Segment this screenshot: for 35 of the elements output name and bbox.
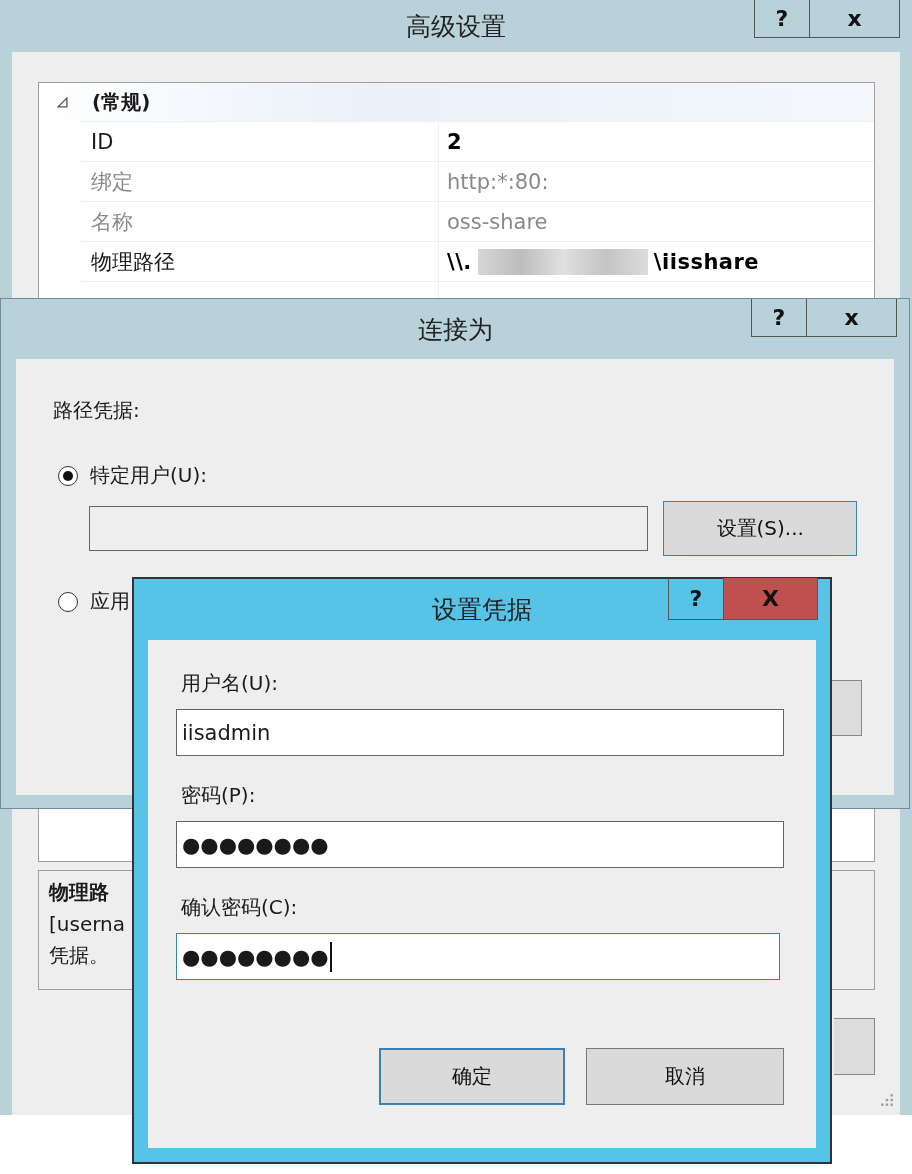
help-button[interactable]: ? bbox=[754, 0, 810, 38]
category-label: (常规) bbox=[92, 88, 151, 116]
dialog-button[interactable]: 取消 bbox=[586, 1048, 784, 1105]
radio-button[interactable] bbox=[58, 591, 78, 612]
dialog-button[interactable] bbox=[831, 680, 862, 736]
close-button[interactable]: x bbox=[807, 299, 897, 337]
expander-icon[interactable] bbox=[57, 96, 68, 108]
property-value: 2 bbox=[447, 129, 463, 154]
radio-button[interactable] bbox=[58, 465, 78, 486]
property-value: http:*:80: bbox=[447, 169, 549, 194]
help-button[interactable]: ? bbox=[751, 299, 807, 337]
user-field[interactable] bbox=[89, 506, 649, 551]
field-label: 用户名(U): bbox=[181, 670, 278, 697]
field-label: 确认密码(C): bbox=[181, 894, 298, 921]
property-value: oss-share bbox=[447, 209, 548, 234]
description-text: [userna bbox=[49, 912, 125, 936]
close-button[interactable]: X bbox=[724, 578, 818, 620]
input-field[interactable]: ●●●●●●●● bbox=[176, 933, 780, 980]
window-title: 设置凭据 bbox=[432, 594, 532, 626]
close-button[interactable]: x bbox=[810, 0, 900, 38]
set-button[interactable]: 设置(S)... bbox=[663, 501, 857, 556]
dialog-button[interactable]: 确定 bbox=[379, 1048, 565, 1105]
field-label: 密码(P): bbox=[181, 782, 256, 809]
radio-label[interactable]: 应用 bbox=[90, 588, 130, 615]
window-title: 连接为 bbox=[417, 313, 493, 346]
radio-label[interactable]: 特定用户(U): bbox=[90, 462, 207, 489]
property-value: \iisshare bbox=[653, 249, 760, 274]
group-label: 路径凭据: bbox=[53, 397, 140, 424]
input-field[interactable]: ●●●●●●●● bbox=[176, 821, 784, 868]
property-value: \\. bbox=[447, 249, 472, 274]
description-title: 物理路 bbox=[49, 879, 109, 906]
resize-grip-icon[interactable] bbox=[880, 1093, 894, 1107]
description-text: 凭据。 bbox=[49, 942, 109, 969]
input-field[interactable]: iisadmin bbox=[176, 709, 784, 756]
window-title: 高级设置 bbox=[406, 10, 506, 43]
